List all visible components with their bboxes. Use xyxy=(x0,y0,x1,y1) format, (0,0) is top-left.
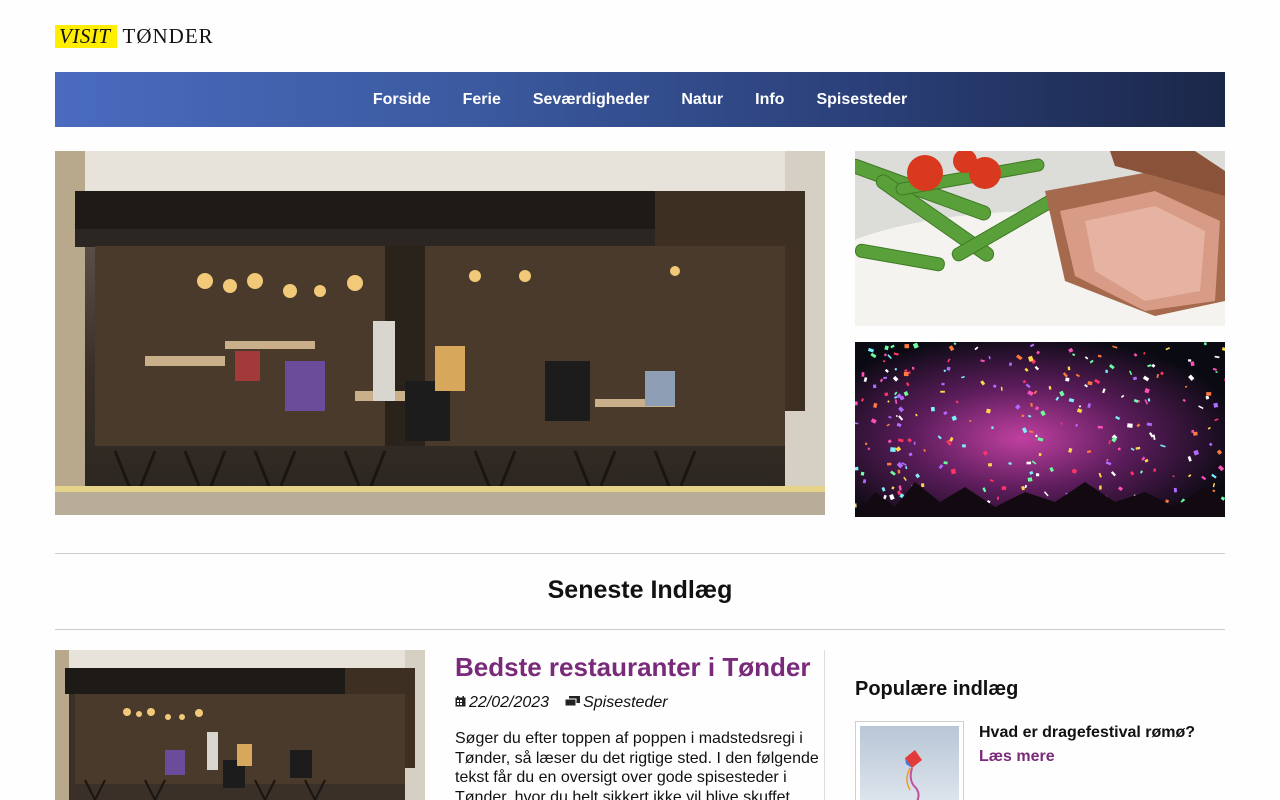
column-divider xyxy=(824,650,825,800)
nav-item-sevaerdigheder[interactable]: Seværdigheder xyxy=(533,91,649,109)
popular-heading: Populære indlæg xyxy=(855,678,1019,700)
divider-bottom xyxy=(55,629,1225,630)
post-excerpt: Søger du efter toppen af poppen i madste… xyxy=(455,730,819,800)
post-category-link[interactable]: Spisesteder xyxy=(583,694,668,712)
site-logo[interactable]: VISIT TØNDER xyxy=(55,25,214,48)
calendar-icon xyxy=(455,694,466,712)
popular-item-title[interactable]: Hvad er dragefestival rømø? xyxy=(979,724,1195,742)
post-meta: 22/02/2023 Spisesteder xyxy=(455,694,668,712)
nav-item-info[interactable]: Info xyxy=(755,91,784,109)
page: VISIT TØNDER Forside Ferie Seværdigheder… xyxy=(0,0,1280,800)
popular-item-read-more[interactable]: Læs mere xyxy=(979,748,1055,766)
logo-town: TØNDER xyxy=(122,24,214,48)
main-nav: Forside Ferie Seværdigheder Natur Info S… xyxy=(55,72,1225,127)
festival-image[interactable] xyxy=(855,342,1225,517)
divider-top xyxy=(55,553,1225,554)
popular-thumbnail[interactable] xyxy=(855,721,964,800)
nav-item-natur[interactable]: Natur xyxy=(681,91,723,109)
section-title: Seneste Indlæg xyxy=(547,576,733,604)
food-image[interactable] xyxy=(855,151,1225,326)
nav-item-forside[interactable]: Forside xyxy=(373,91,431,109)
nav-item-spisesteder[interactable]: Spisesteder xyxy=(816,91,907,109)
post-thumbnail[interactable] xyxy=(55,650,425,800)
post-date: 22/02/2023 xyxy=(469,694,550,711)
post-title-link[interactable]: Bedste restauranter i Tønder xyxy=(455,652,810,683)
hero-restaurant-image[interactable] xyxy=(55,151,825,515)
logo-visit: VISIT xyxy=(55,25,117,48)
nav-item-ferie[interactable]: Ferie xyxy=(463,91,501,109)
folder-icon xyxy=(564,694,581,712)
